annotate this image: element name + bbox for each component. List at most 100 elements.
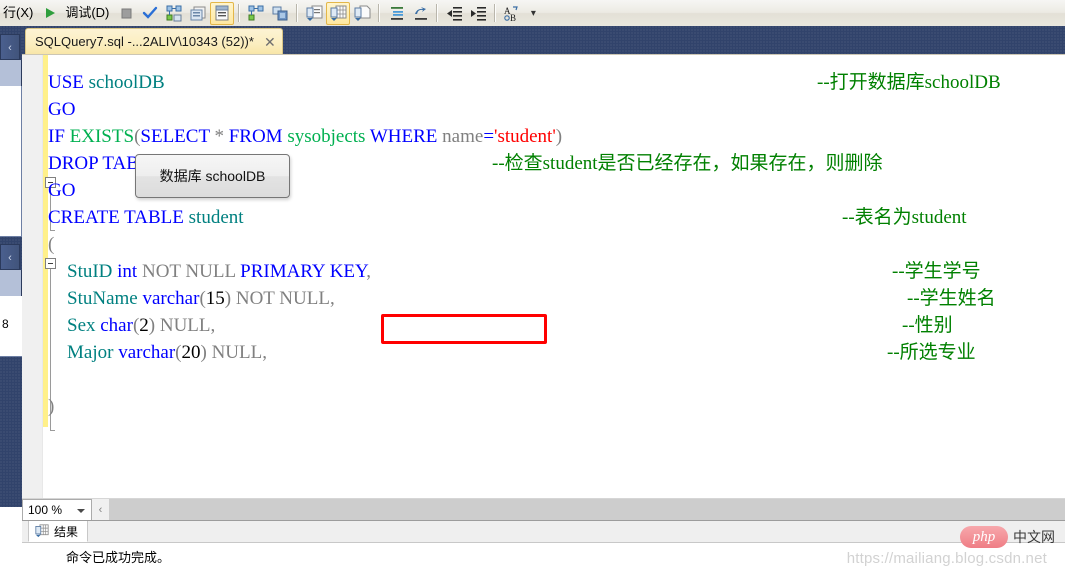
comment-open-database: --打开数据库schoolDB bbox=[817, 69, 1001, 96]
php-logo-badge: php bbox=[960, 526, 1008, 548]
include-client-statistics-button[interactable] bbox=[268, 2, 292, 25]
toolbar-overflow-button[interactable]: ▾ bbox=[526, 8, 540, 19]
php-watermark: php 中文网 bbox=[960, 526, 1055, 548]
client-statistics-icon bbox=[272, 5, 289, 22]
stop-square-icon bbox=[120, 7, 133, 20]
chevron-left-icon: ‹ bbox=[8, 252, 12, 264]
properties-tab[interactable]: ‹ bbox=[0, 244, 20, 270]
results-to-text-button[interactable] bbox=[210, 2, 234, 25]
code-line bbox=[48, 366, 1065, 393]
code-token: Sex bbox=[48, 315, 100, 336]
comment-stu-id: --学生学号 bbox=[892, 258, 981, 285]
comment-lines-button[interactable] bbox=[384, 2, 408, 25]
code-token: Major bbox=[48, 342, 118, 363]
document-tab-sqlquery7[interactable]: SQLQuery7.sql -...2ALIV\10343 (52))* ✕ bbox=[25, 28, 283, 54]
document-tab-strip: SQLQuery7.sql -...2ALIV\10343 (52))* ✕ bbox=[22, 26, 1065, 54]
code-token: 'student' bbox=[494, 126, 556, 147]
stop-button[interactable] bbox=[114, 2, 138, 25]
decrease-indent-button[interactable] bbox=[442, 2, 466, 25]
code-token: 20 bbox=[181, 342, 200, 363]
panel-partial-label: 8 bbox=[2, 317, 9, 331]
code-token: varchar bbox=[118, 342, 175, 363]
results-to-grid-button[interactable] bbox=[326, 2, 350, 25]
chevron-down-icon[interactable] bbox=[77, 509, 85, 513]
properties-panel-stub: 8 bbox=[0, 296, 24, 357]
include-actual-plan-button[interactable] bbox=[244, 2, 268, 25]
code-token: ) bbox=[556, 126, 562, 147]
play-triangle-icon bbox=[43, 6, 57, 20]
code-token: NOT NULL bbox=[137, 261, 240, 282]
results-tab-row: 结果 bbox=[22, 521, 1065, 543]
results-tab-label: 结果 bbox=[54, 523, 78, 540]
code-token: * bbox=[210, 126, 229, 147]
tooltip-text: 数据库 schoolDB bbox=[160, 166, 266, 186]
code-text-area[interactable]: USE schoolDBGOIF EXISTS(SELECT * FROM sy… bbox=[48, 55, 1065, 498]
application-shell: ‹ ‹ 8 SQLQuery7.sql -...2ALIV\10343 (52)… bbox=[0, 26, 1065, 552]
results-to-text-2-button[interactable] bbox=[302, 2, 326, 25]
toolbar-separator bbox=[296, 4, 298, 22]
code-token: USE bbox=[48, 72, 89, 93]
php-site-label: 中文网 bbox=[1013, 527, 1055, 547]
actual-plan-icon bbox=[248, 5, 265, 22]
hscroll-left-button[interactable]: ‹ bbox=[92, 499, 109, 520]
increase-indent-icon bbox=[470, 5, 487, 22]
code-token: ) bbox=[200, 342, 211, 363]
properties-tab-body[interactable] bbox=[0, 270, 22, 296]
code-token: IF bbox=[48, 126, 70, 147]
increase-indent-button[interactable] bbox=[466, 2, 490, 25]
sql-editor[interactable]: USE schoolDBGOIF EXISTS(SELECT * FROM sy… bbox=[22, 54, 1065, 498]
main-toolbar: 行(X) 调试(D) bbox=[0, 0, 1065, 27]
parse-button[interactable] bbox=[138, 2, 162, 25]
display-estimated-plan-button[interactable] bbox=[162, 2, 186, 25]
code-token: StuID bbox=[48, 261, 117, 282]
object-explorer-tab-body[interactable] bbox=[0, 60, 22, 86]
close-icon[interactable]: ✕ bbox=[264, 35, 276, 49]
results-grid-icon bbox=[330, 5, 347, 22]
code-token: WHERE bbox=[370, 126, 442, 147]
toolbar-separator bbox=[378, 4, 380, 22]
code-token: varchar bbox=[142, 288, 199, 309]
code-token: ) bbox=[225, 288, 236, 309]
comment-stu-name: --学生姓名 bbox=[907, 285, 996, 312]
comment-sex: --性别 bbox=[902, 312, 953, 339]
code-token: = bbox=[483, 126, 494, 147]
chevron-left-icon: ‹ bbox=[8, 42, 12, 54]
hscroll-track[interactable] bbox=[109, 499, 1065, 520]
comment-lines-icon bbox=[388, 5, 405, 22]
code-token: sysobjects bbox=[287, 126, 365, 147]
zoom-level-value: 100 % bbox=[28, 503, 62, 517]
query-options-button[interactable] bbox=[186, 2, 210, 25]
editor-gutter bbox=[22, 55, 43, 498]
code-token: GO bbox=[48, 180, 75, 201]
code-line: GO bbox=[48, 96, 1065, 123]
code-line: ) bbox=[48, 393, 1065, 420]
code-token: EXISTS bbox=[70, 126, 134, 147]
code-token: SELECT bbox=[140, 126, 209, 147]
code-token: PRIMARY KEY bbox=[240, 261, 366, 282]
results-text-icon bbox=[306, 5, 323, 22]
code-token: 2 bbox=[139, 315, 149, 336]
editor-status-row: 100 % ‹ bbox=[22, 498, 1065, 521]
decrease-indent-icon bbox=[446, 5, 463, 22]
code-token: StuName bbox=[48, 288, 142, 309]
tab-results[interactable]: 结果 bbox=[28, 521, 88, 542]
menu-item-debug[interactable]: 调试(D) bbox=[62, 0, 114, 26]
object-explorer-panel-stub bbox=[0, 86, 22, 237]
uncomment-lines-icon bbox=[412, 5, 429, 22]
toolbar-separator bbox=[494, 4, 496, 22]
query-options-icon bbox=[190, 5, 207, 22]
code-token: char bbox=[100, 315, 133, 336]
object-explorer-tab[interactable]: ‹ bbox=[0, 34, 20, 60]
execute-button[interactable] bbox=[38, 2, 62, 25]
code-token: ) bbox=[48, 396, 54, 417]
results-to-text-icon bbox=[214, 5, 230, 21]
code-token: ( bbox=[48, 234, 54, 255]
menu-item-run[interactable]: 行(X) bbox=[0, 0, 38, 26]
comment-table-name: --表名为student bbox=[842, 204, 967, 231]
estimated-plan-icon bbox=[166, 5, 183, 22]
code-token: schoolDB bbox=[89, 72, 165, 93]
specify-values-button[interactable]: A B bbox=[500, 2, 524, 25]
uncomment-lines-button[interactable] bbox=[408, 2, 432, 25]
zoom-level-combobox[interactable]: 100 % bbox=[22, 499, 92, 521]
results-to-file-button[interactable] bbox=[350, 2, 374, 25]
